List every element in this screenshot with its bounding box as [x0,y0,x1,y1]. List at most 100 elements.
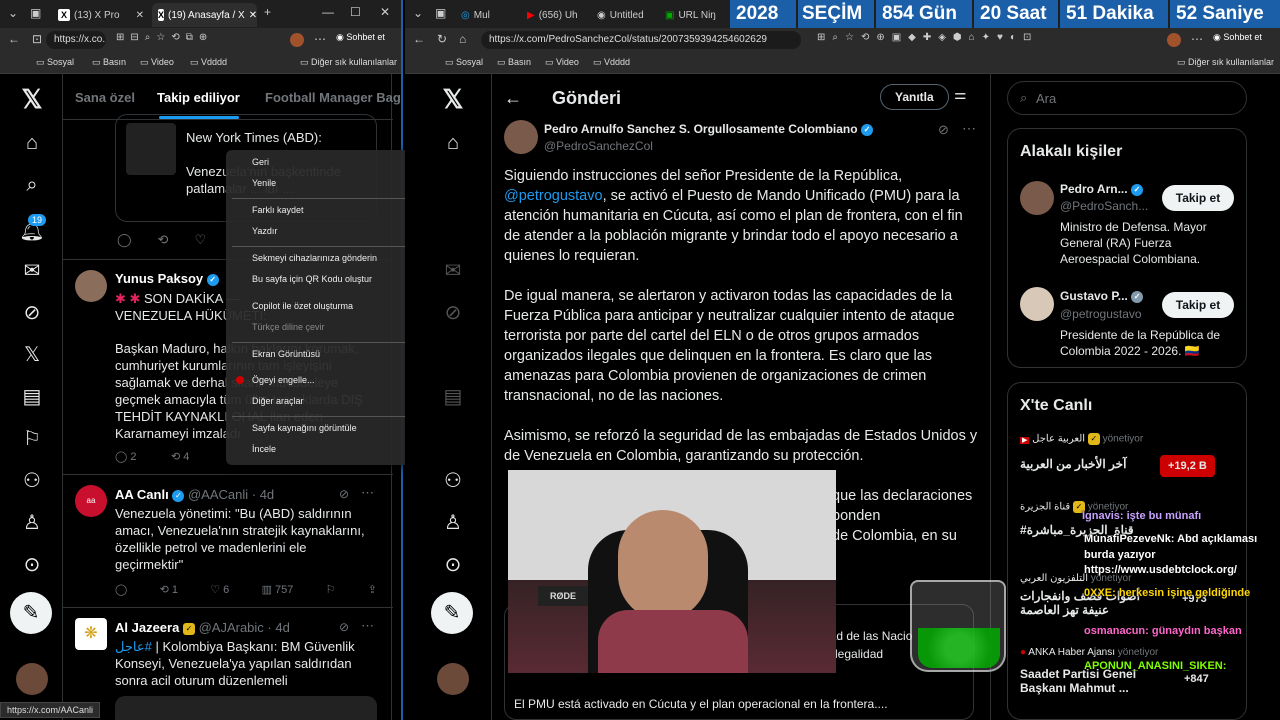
share-icon[interactable]: ⇪ [368,583,377,596]
tab-url[interactable]: ▣ URL Niŋ [659,3,725,27]
author-line[interactable]: AA Canlı ✓ @AACanli · 4d [115,487,274,502]
tab-anasayfa[interactable]: X (19) Anasayfa / X ✕ [152,3,257,27]
workspaces-icon[interactable]: ▣ [30,6,41,20]
views-count[interactable]: ▥ 757 [262,583,294,596]
more-circle-icon[interactable]: ⊙ [438,552,468,577]
communities-icon[interactable]: ⚇ [438,468,468,493]
more-icon[interactable]: ⋯ [314,32,326,46]
tab-untitled[interactable]: ◉ Untitled [591,3,657,27]
grok-icon[interactable]: ⊘ [17,300,47,325]
tweet-aa-canli[interactable]: aa AA Canlı ✓ @AACanli · 4d ⊘ ⋯ Venezuel… [63,475,393,607]
grok-icon[interactable]: ⊘ [339,620,349,634]
x-logo-icon[interactable]: 𝕏 [438,84,468,115]
bookmark-video[interactable]: ▭ Video [140,57,174,68]
back-arrow-icon[interactable]: ← [504,88,522,109]
related-name[interactable]: Gustavo P... ✓ [1060,289,1144,303]
search-input[interactable]: Ara [1036,91,1056,106]
grok-icon[interactable]: ⊘ [339,487,349,501]
x-premium-icon[interactable]: 𝕏 [17,342,47,367]
other-bookmarks[interactable]: ▭ Diğer sık kullanılanlar [300,57,397,68]
new-tab-icon[interactable]: + [264,5,271,19]
tab-for-you[interactable]: Sana özel [75,90,135,105]
repost-count[interactable]: ⟲ 4 [171,450,189,463]
post-button[interactable]: ✎ [431,592,473,634]
copilot-button[interactable]: ◉ Sohbet et [336,32,385,43]
bookmark-sosyal[interactable]: ▭ Sosyal [445,57,483,68]
related-handle[interactable]: @PedroSanch... [1060,199,1148,213]
site-info-icon[interactable]: ⊡ [32,32,42,46]
related-handle[interactable]: @petrogustavo [1060,307,1142,321]
reply-icon[interactable]: ◯ [115,583,127,596]
profile-icon[interactable]: ♙ [17,510,47,535]
bookmark-sosyal[interactable]: ▭ Sosyal [36,57,74,68]
more-icon[interactable]: ⋯ [361,485,374,501]
bookmark-icon[interactable]: ⚐ [326,583,336,596]
author-name[interactable]: Pedro Arnulfo Sanchez S. Orgullosamente … [544,122,873,136]
account-avatar[interactable] [16,663,48,695]
close-icon[interactable]: ✕ [136,10,144,21]
author-line[interactable]: Al Jazeera ✓ @AJArabic · 4d [115,620,290,635]
author-handle[interactable]: @PedroSanchezCol [544,139,653,153]
tab-following[interactable]: Takip ediliyor [157,90,240,105]
reply-button[interactable]: Yanıtla [880,84,949,110]
lists-icon[interactable]: ▤ [438,384,468,409]
home-icon[interactable]: ⌂ [438,132,468,155]
more-icon[interactable]: ⋯ [361,618,374,634]
author-name[interactable]: Yunus Paksoy ✓ [115,271,219,286]
back-icon[interactable]: ← [8,32,20,46]
bookmark-vdddd[interactable]: ▭ Vdddd [593,57,630,68]
messages-icon[interactable]: ✉ [17,258,47,283]
right-url-field[interactable]: https://x.com/PedroSanchezCol/status/200… [481,31,801,49]
more-icon[interactable]: ⋯ [1191,32,1203,46]
profile-icon[interactable]: ♙ [438,510,468,535]
filter-icon[interactable]: ⚌ [954,86,967,103]
related-name[interactable]: Pedro Arn... ✓ [1060,182,1143,196]
repost-button[interactable]: ⟲ 1 [160,583,178,596]
refresh-icon[interactable]: ↻ [437,32,447,46]
avatar[interactable]: ❋ [75,618,107,650]
live-item[interactable]: التلفزيون العربي yönetiyor أصوات قصف وان… [1020,573,1240,629]
tweet-al-jazeera[interactable]: ❋ Al Jazeera ✓ @AJArabic · 4d ⊘ ⋯ عاجل# … [63,608,393,720]
avatar[interactable] [75,270,107,302]
profile-avatar[interactable] [1167,33,1181,47]
bookmark-vdddd[interactable]: ▭ Vdddd [190,57,227,68]
home-icon[interactable]: ⌂ [17,132,47,155]
grok-icon[interactable]: ⊘ [438,300,468,325]
bookmark-video[interactable]: ▭ Video [545,57,579,68]
hashtag[interactable]: عاجل# [115,639,152,654]
account-avatar[interactable] [437,663,469,695]
bookmarks-icon[interactable]: ⚐ [17,426,47,451]
lists-icon[interactable]: ▤ [17,384,47,409]
tab-football-manager[interactable]: Football Manager Bag [265,90,401,105]
maximize-icon[interactable]: ☐ [350,5,361,19]
tab-mul[interactable]: ◎ Mul [455,3,517,27]
workspaces-icon[interactable]: ▣ [435,6,446,20]
tab-youtube[interactable]: ▶ (656) Uh [521,3,589,27]
follow-button[interactable]: Takip et [1162,185,1234,211]
like-button[interactable]: ♡ 6 [210,583,229,596]
follow-button[interactable]: Takip et [1162,292,1234,318]
x-logo-icon[interactable]: 𝕏 [17,84,47,115]
bookmark-basin[interactable]: ▭ Basın [92,57,126,68]
messages-icon[interactable]: ✉ [438,258,468,283]
profile-avatar[interactable] [290,33,304,47]
search-icon[interactable]: ⌕ [17,174,47,197]
home-icon[interactable]: ⌂ [459,32,466,46]
left-url-field[interactable]: https://x.co... [46,31,106,49]
communities-icon[interactable]: ⚇ [17,468,47,493]
other-bookmarks[interactable]: ▭ Diğer sık kullanılanlar [1177,57,1274,68]
search-box[interactable]: ⌕ Ara [1007,81,1247,115]
bookmark-basin[interactable]: ▭ Basın [497,57,531,68]
window-close-icon[interactable]: ✕ [380,5,390,19]
tab-x-pro[interactable]: X (13) X Pro ✕ [52,3,150,27]
grok-icon[interactable]: ⊘ [938,122,949,138]
more-icon[interactable]: ⋯ [962,120,976,137]
mention-petrogustavo[interactable]: @petrogustavo [504,188,603,204]
avatar[interactable] [1020,287,1054,321]
back-icon[interactable]: ← [413,32,425,46]
tab-actions-icon[interactable]: ⌄ [8,6,18,20]
avatar[interactable] [1020,181,1054,215]
tab-actions-icon[interactable]: ⌄ [413,6,423,20]
copilot-button[interactable]: ◉ Sohbet et [1213,32,1262,43]
author-avatar[interactable] [504,120,538,154]
